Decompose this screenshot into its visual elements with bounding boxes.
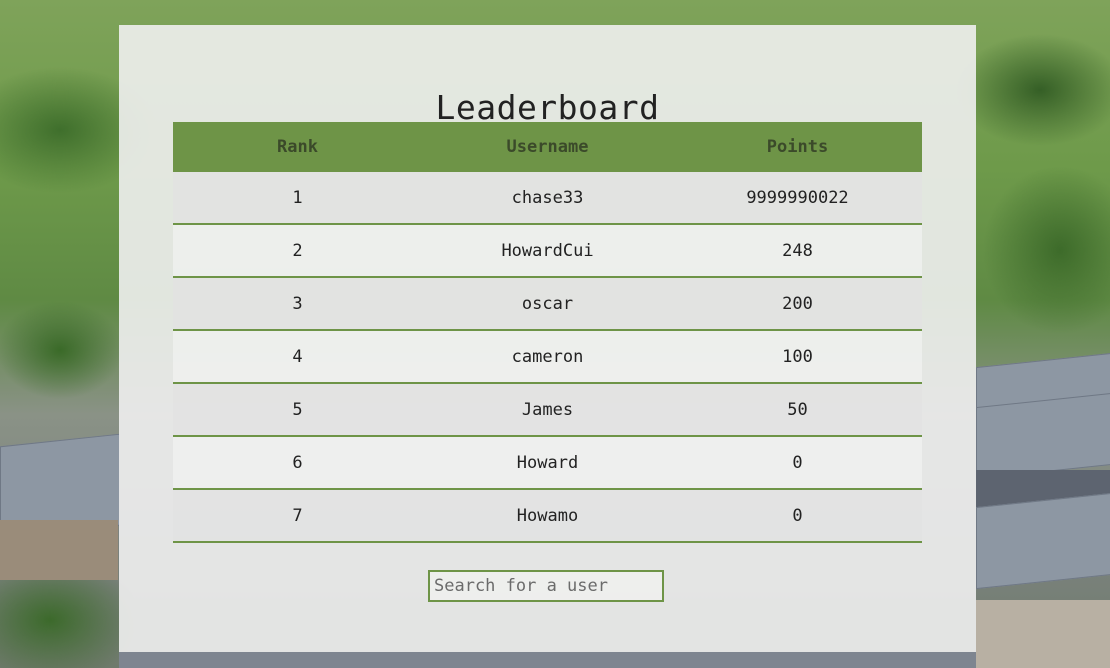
points-cell: 100 — [673, 330, 922, 384]
leaderboard-panel: Leaderboard Rank Username Points 1 chase… — [119, 25, 976, 652]
rank-cell: 3 — [173, 277, 422, 331]
rank-cell: 4 — [173, 330, 422, 384]
column-header-username: Username — [422, 122, 673, 172]
search-input[interactable] — [428, 570, 664, 602]
points-cell: 0 — [673, 489, 922, 543]
username-cell: oscar — [422, 277, 673, 331]
table-row: 4 cameron 100 — [173, 330, 922, 384]
column-header-rank: Rank — [173, 122, 422, 172]
rank-cell: 1 — [173, 172, 422, 225]
building-roof — [976, 392, 1110, 480]
column-header-points: Points — [673, 122, 922, 172]
table-row: 6 Howard 0 — [173, 436, 922, 490]
points-cell: 248 — [673, 224, 922, 278]
username-cell: Howamo — [422, 489, 673, 543]
table-header-row: Rank Username Points — [173, 122, 922, 172]
points-cell: 200 — [673, 277, 922, 331]
building-wall — [119, 652, 976, 668]
table-row: 1 chase33 9999990022 — [173, 172, 922, 225]
username-cell: chase33 — [422, 172, 673, 225]
rank-cell: 7 — [173, 489, 422, 543]
leaderboard-table: Rank Username Points 1 chase33 999999002… — [173, 122, 922, 543]
table-row: 5 James 50 — [173, 383, 922, 437]
points-cell: 50 — [673, 383, 922, 437]
username-cell: James — [422, 383, 673, 437]
building-wall — [0, 520, 118, 580]
rank-cell: 6 — [173, 436, 422, 490]
username-cell: Howard — [422, 436, 673, 490]
rank-cell: 2 — [173, 224, 422, 278]
table-row: 3 oscar 200 — [173, 277, 922, 331]
username-cell: HowardCui — [422, 224, 673, 278]
username-cell: cameron — [422, 330, 673, 384]
points-cell: 9999990022 — [673, 172, 922, 225]
table-row: 2 HowardCui 248 — [173, 224, 922, 278]
building-wall — [976, 600, 1110, 668]
rank-cell: 5 — [173, 383, 422, 437]
table-row: 7 Howamo 0 — [173, 489, 922, 543]
building-roof — [976, 492, 1110, 590]
points-cell: 0 — [673, 436, 922, 490]
